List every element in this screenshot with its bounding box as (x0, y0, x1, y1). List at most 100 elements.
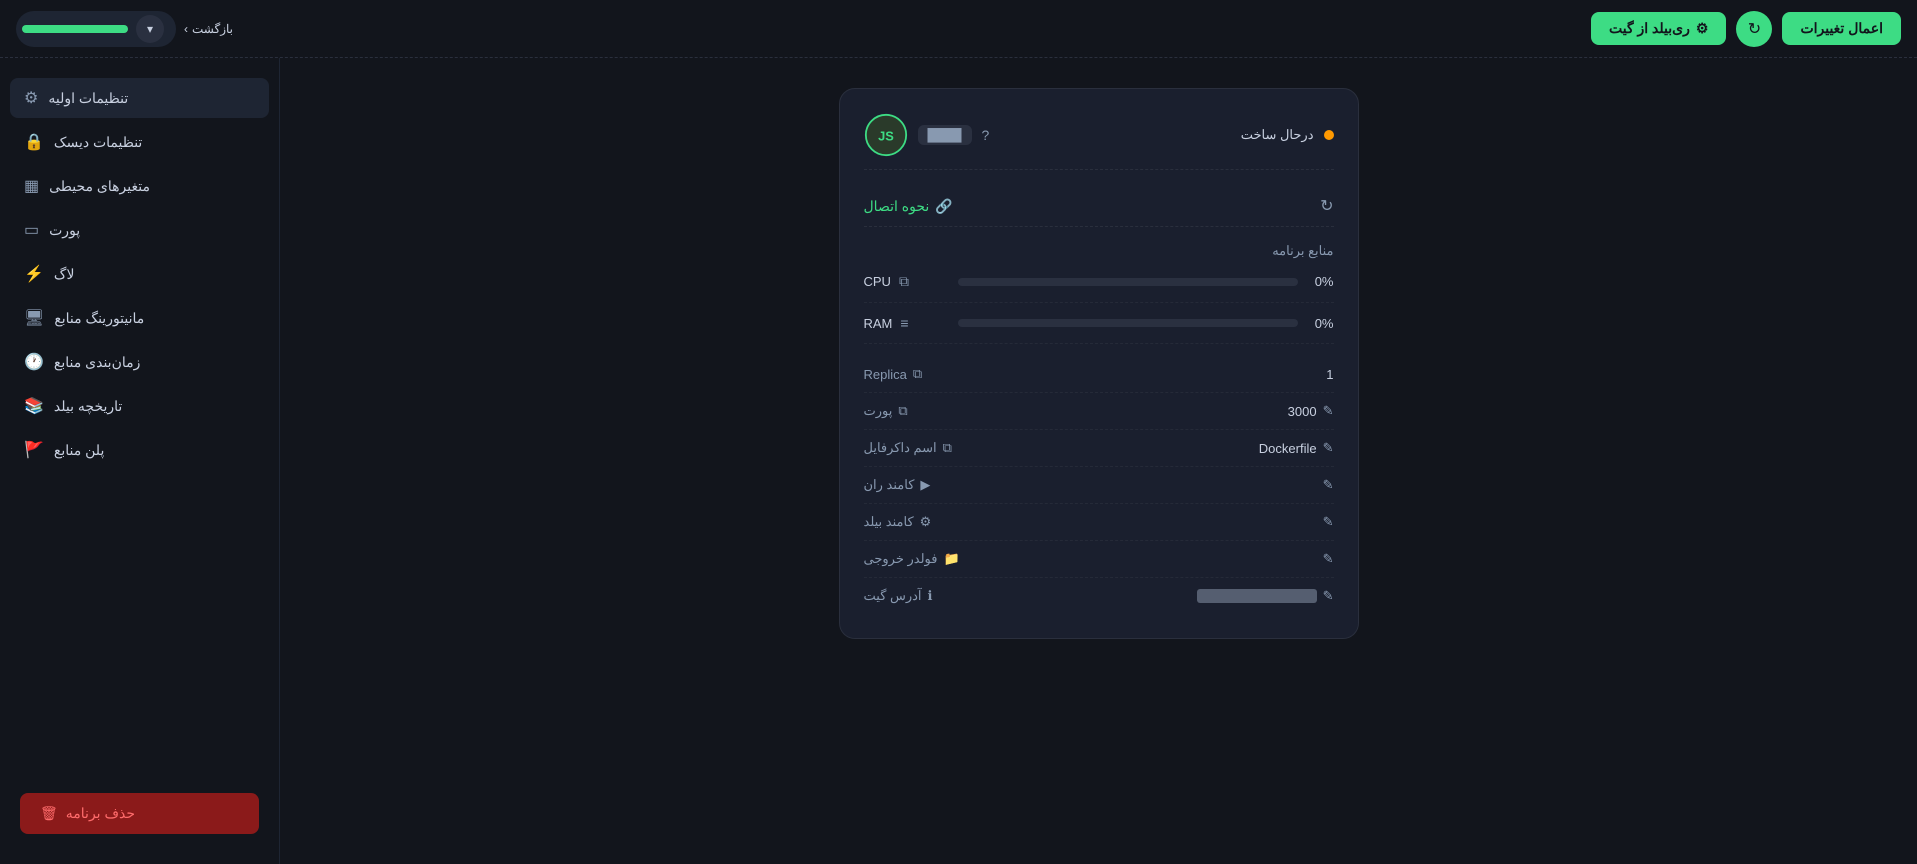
link-icon: 🔗 (935, 198, 952, 215)
svg-text:JS: JS (878, 129, 894, 144)
ram-percent: 0% (1306, 316, 1334, 331)
replica-right: ⧉ Replica (864, 366, 923, 382)
connection-refresh-icon[interactable]: ↻ (1320, 196, 1333, 216)
output-folder-row: ✎ 📁 فولدر خروجی (864, 541, 1334, 578)
build-cmd-edit-icon[interactable]: ✎ (1323, 514, 1334, 530)
port-left: ✎ 3000 (1288, 403, 1334, 419)
gear-icon: ⚙ (1696, 20, 1709, 37)
git-address-left: ✎ (1197, 588, 1334, 604)
git-address-info-icon[interactable]: ℹ (928, 588, 933, 604)
output-folder-left: ✎ (1317, 551, 1334, 567)
card-header: درحال ساخت ? ████ JS (864, 113, 1334, 170)
port-label: پورت (864, 403, 893, 419)
building-status-text: درحال ساخت (1241, 127, 1314, 143)
git-address-row: ✎ ℹ آدرس گیت (864, 578, 1334, 614)
cpu-row: 0% ⧉ CPU (864, 273, 1334, 303)
dockerfile-edit-icon[interactable]: ✎ (1323, 440, 1334, 456)
card-header-right: ? ████ JS (864, 113, 990, 157)
ram-label: RAM (864, 316, 893, 331)
run-cmd-row: ✎ ▶ کامند ران (864, 467, 1334, 504)
delete-app-button[interactable]: حذف برنامه 🗑 (20, 793, 259, 834)
dockerfile-right: ⧉ اسم داکرفایل (864, 440, 952, 456)
connection-link[interactable]: 🔗 نحوه اتصال (864, 198, 953, 215)
env-icon: ▦ (24, 176, 39, 196)
toolbar-left: اعمال تغییرات ↻ ⚙ ری‌بیلد از گیت (1591, 11, 1901, 47)
sidebar-item-resource-monitoring[interactable]: مانیتورینگ منابع 🖥 (10, 298, 269, 338)
cpu-label: CPU (864, 274, 891, 289)
flag-icon: 🚩 (24, 440, 44, 460)
ram-progress-bg (958, 319, 1298, 327)
content-area: درحال ساخت ? ████ JS ↻ 🔗 نحوه اتصال (280, 58, 1917, 864)
output-folder-icon: 📁 (943, 551, 959, 567)
dropdown-arrow[interactable]: ▾ (136, 15, 164, 43)
output-folder-label: فولدر خروجی (864, 551, 938, 567)
sidebar-item-resource-scheduling[interactable]: زمان‌بندی منابع 🕐 (10, 342, 269, 382)
sidebar-item-ports[interactable]: پورت ▭ (10, 210, 269, 250)
sidebar-item-build-history[interactable]: تاریخچه بیلد 📚 (10, 386, 269, 426)
git-address-label: آدرس گیت (864, 588, 922, 604)
run-cmd-right: ▶ کامند ران (864, 477, 931, 493)
git-address-blurred (1197, 589, 1317, 603)
rebuild-button[interactable]: ⚙ ری‌بیلد از گیت (1591, 12, 1726, 45)
sidebar-label-basic-settings: تنظیمات اولیه (48, 90, 128, 107)
chevron-right-icon: › (184, 22, 188, 36)
cpu-percent: 0% (1306, 274, 1334, 289)
run-cmd-edit-icon[interactable]: ✎ (1323, 477, 1334, 493)
status-dot (1324, 130, 1334, 140)
cpu-copy-icon[interactable]: ⧉ (899, 273, 909, 290)
output-folder-edit-icon[interactable]: ✎ (1323, 551, 1334, 567)
trash-icon: 🗑 (40, 805, 58, 822)
build-cmd-right: ⚙ کامند بیلد (864, 514, 932, 530)
cpu-right: ⧉ CPU (864, 273, 954, 290)
dockerfile-row: ✎ Dockerfile ⧉ اسم داکرفایل (864, 430, 1334, 467)
run-cmd-left: ✎ (1317, 477, 1334, 493)
refresh-button[interactable]: ↻ (1736, 11, 1772, 47)
sidebar-label-logs: لاگ (54, 266, 75, 283)
dockerfile-copy-icon[interactable]: ⧉ (943, 440, 952, 456)
dockerfile-label: اسم داکرفایل (864, 440, 937, 456)
sidebar-label-disk-settings: تنظیمات دیسک (54, 134, 142, 151)
replica-copy-icon[interactable]: ⧉ (913, 366, 922, 382)
lightning-icon: ⚡ (24, 264, 44, 284)
sidebar-label-resource-plan: پلن منابع (54, 442, 104, 459)
nodejs-icon: JS (864, 113, 908, 157)
sidebar-item-resource-plan[interactable]: پلن منابع 🚩 (10, 430, 269, 470)
main-layout: درحال ساخت ? ████ JS ↻ 🔗 نحوه اتصال (0, 58, 1917, 864)
monitor-icon: 🖥 (24, 308, 44, 328)
sidebar-item-disk-settings[interactable]: تنظیمات دیسک 🔒 (10, 122, 269, 162)
connection-row: ↻ 🔗 نحوه اتصال (864, 186, 1334, 227)
sidebar-item-env-vars[interactable]: متغیرهای محیطی ▦ (10, 166, 269, 206)
build-cmd-label: کامند بیلد (864, 514, 914, 530)
apply-changes-button[interactable]: اعمال تغییرات (1782, 12, 1901, 45)
sidebar-label-env-vars: متغیرهای محیطی (49, 178, 150, 195)
build-cmd-icon: ⚙ (920, 514, 932, 530)
ram-icon: ≡ (900, 315, 908, 331)
toolbar-right: بازگشت › ▾ (16, 11, 233, 47)
run-cmd-icon: ▶ (920, 477, 930, 493)
port-row: ✎ 3000 ⧉ پورت (864, 393, 1334, 430)
dockerfile-value: Dockerfile (1259, 441, 1317, 456)
info-icon[interactable]: ? (982, 127, 990, 143)
build-cmd-left: ✎ (1317, 514, 1334, 530)
app-name-pill: ████ (918, 125, 972, 145)
sidebar-label-ports: پورت (49, 222, 80, 239)
lock-icon: 🔒 (24, 132, 44, 152)
sidebar-item-basic-settings[interactable]: تنظیمات اولیه ⚙ (10, 78, 269, 118)
output-folder-right: 📁 فولدر خروجی (864, 551, 960, 567)
sidebar-item-logs[interactable]: لاگ ⚡ (10, 254, 269, 294)
app-card: درحال ساخت ? ████ JS ↻ 🔗 نحوه اتصال (839, 88, 1359, 639)
sidebar-label-resource-scheduling: زمان‌بندی منابع (54, 354, 140, 371)
back-link[interactable]: بازگشت › (184, 22, 233, 36)
card-header-left: درحال ساخت (1241, 127, 1334, 143)
port-value: 3000 (1288, 404, 1317, 419)
sidebar: تنظیمات اولیه ⚙ تنظیمات دیسک 🔒 متغیرهای … (0, 58, 280, 864)
git-address-edit-icon[interactable]: ✎ (1323, 588, 1334, 604)
sidebar-label-build-history: تاریخچه بیلد (54, 398, 122, 415)
replica-left: 1 (1326, 367, 1333, 382)
dockerfile-left: ✎ Dockerfile (1259, 440, 1334, 456)
port-edit-icon[interactable]: ✎ (1323, 403, 1334, 419)
clock-icon: 🕐 (24, 352, 44, 372)
run-cmd-label: کامند ران (864, 477, 915, 493)
toolbar: اعمال تغییرات ↻ ⚙ ری‌بیلد از گیت بازگشت … (0, 0, 1917, 58)
port-copy-icon[interactable]: ⧉ (898, 403, 907, 419)
